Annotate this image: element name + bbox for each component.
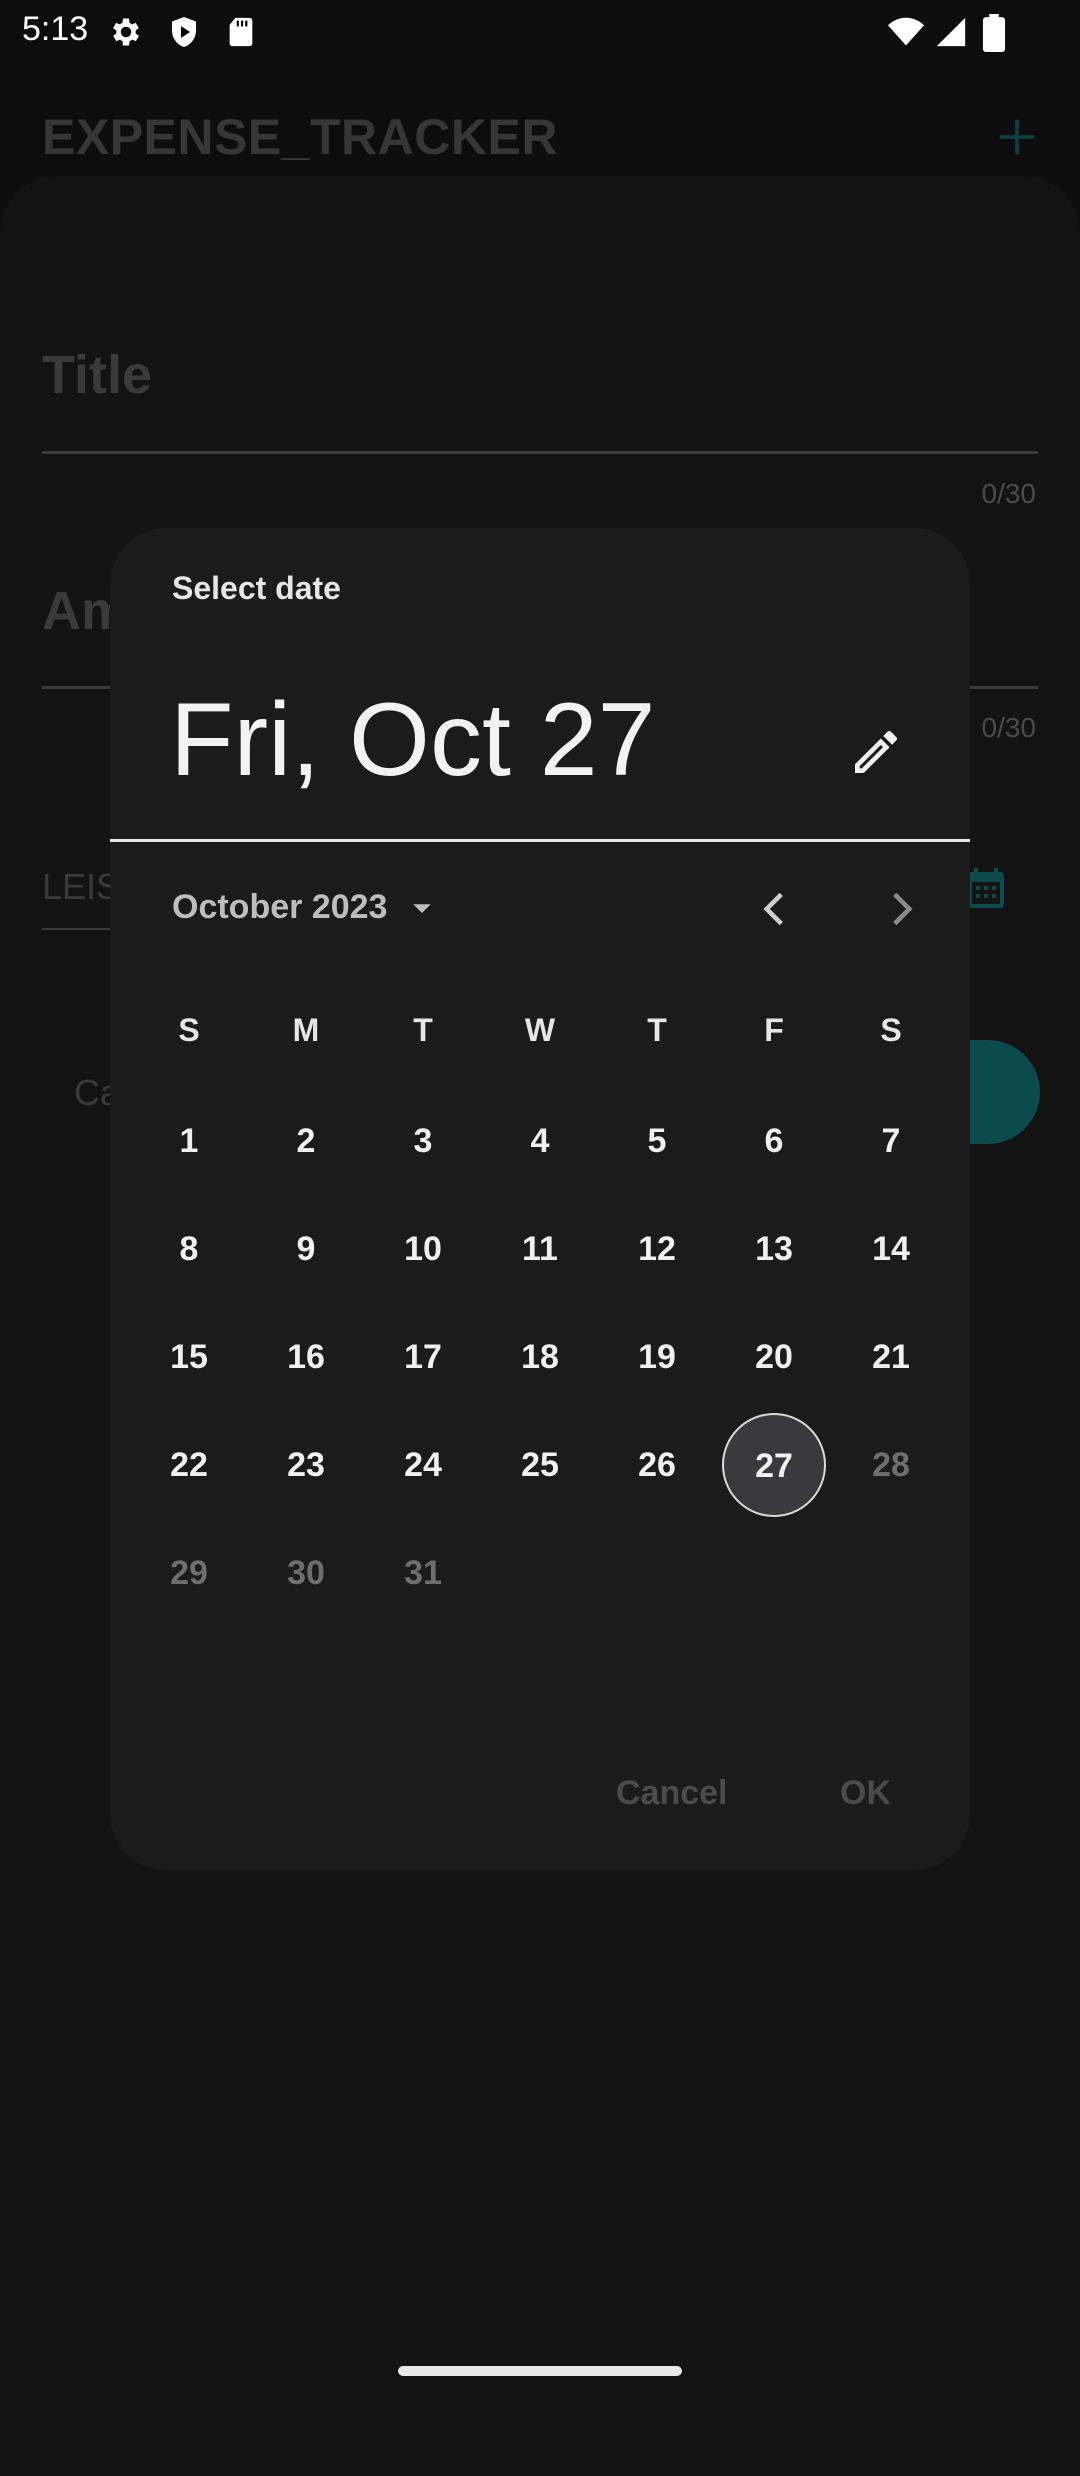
battery-icon bbox=[982, 14, 1006, 52]
calendar-day[interactable]: 23 bbox=[254, 1413, 358, 1517]
title-char-counter: 0/30 bbox=[981, 478, 1037, 509]
cancel-button[interactable]: Cancel bbox=[616, 1774, 728, 1813]
calendar-day[interactable]: 20 bbox=[722, 1305, 826, 1409]
calendar-day[interactable]: 28 bbox=[839, 1413, 943, 1517]
sd-card-icon bbox=[229, 17, 253, 47]
amount-char-counter: 0/30 bbox=[981, 712, 1037, 743]
weekday-label: M bbox=[292, 1012, 320, 1048]
calendar-day[interactable]: 29 bbox=[137, 1521, 241, 1625]
calendar-day[interactable]: 3 bbox=[371, 1089, 475, 1193]
category-dropdown[interactable]: LEIS bbox=[42, 866, 120, 908]
weekday-label: S bbox=[178, 1012, 200, 1048]
calendar-day[interactable]: 4 bbox=[488, 1089, 592, 1193]
home-indicator[interactable] bbox=[398, 2366, 682, 2376]
shield-icon bbox=[172, 17, 196, 47]
calendar-day[interactable]: 16 bbox=[254, 1305, 358, 1409]
calendar-day[interactable]: 14 bbox=[839, 1197, 943, 1301]
previous-month-icon[interactable] bbox=[750, 884, 800, 934]
app-title: EXPENSE_TRACKER bbox=[42, 109, 558, 165]
next-month-icon[interactable] bbox=[876, 884, 926, 934]
ok-button[interactable]: OK bbox=[840, 1774, 891, 1813]
calendar-day[interactable]: 26 bbox=[605, 1413, 709, 1517]
calendar-day[interactable]: 9 bbox=[254, 1197, 358, 1301]
title-field-underline bbox=[42, 451, 1038, 454]
dropdown-arrow-icon bbox=[413, 903, 432, 913]
calendar-day[interactable]: 6 bbox=[722, 1089, 826, 1193]
date-picker-dialog: Select date Fri, Oct 27 October 2023 S M T… bbox=[110, 528, 970, 1870]
calendar-day[interactable]: 12 bbox=[605, 1197, 709, 1301]
calendar-day[interactable]: 31 bbox=[371, 1521, 475, 1625]
status-time: 5:13 bbox=[22, 10, 89, 48]
weekday-label: T bbox=[413, 1012, 433, 1048]
add-icon[interactable] bbox=[994, 114, 1040, 160]
calendar-day[interactable]: 2 bbox=[254, 1089, 358, 1193]
calendar-day[interactable]: 1 bbox=[137, 1089, 241, 1193]
weekday-label: T bbox=[647, 1012, 667, 1048]
weekday-label: F bbox=[764, 1012, 784, 1048]
weekday-label: W bbox=[524, 1012, 556, 1048]
calendar-day[interactable]: 8 bbox=[137, 1197, 241, 1301]
calendar-day[interactable]: 24 bbox=[371, 1413, 475, 1517]
title-field-label[interactable]: Title bbox=[42, 344, 152, 406]
month-year-selector[interactable]: October 2023 bbox=[172, 888, 437, 927]
calendar-day[interactable]: 13 bbox=[722, 1197, 826, 1301]
calendar-day[interactable]: 19 bbox=[605, 1305, 709, 1409]
calendar-day[interactable]: 18 bbox=[488, 1305, 592, 1409]
calendar-day-selected[interactable]: 27 bbox=[722, 1413, 826, 1517]
settings-icon bbox=[113, 18, 139, 46]
calendar-day[interactable]: 25 bbox=[488, 1413, 592, 1517]
weekday-label: S bbox=[880, 1012, 902, 1048]
calendar-day[interactable]: 10 bbox=[371, 1197, 475, 1301]
selected-date-headline: Fri, Oct 27 bbox=[170, 682, 656, 798]
calendar-day[interactable]: 17 bbox=[371, 1305, 475, 1409]
calendar-day[interactable]: 15 bbox=[137, 1305, 241, 1409]
calendar-day[interactable]: 11 bbox=[488, 1197, 592, 1301]
edit-icon[interactable] bbox=[848, 724, 904, 780]
header-divider bbox=[110, 839, 970, 842]
calendar-day[interactable]: 5 bbox=[605, 1089, 709, 1193]
calendar-day[interactable]: 22 bbox=[137, 1413, 241, 1517]
calendar-day[interactable]: 30 bbox=[254, 1521, 358, 1625]
wifi-icon bbox=[888, 17, 924, 46]
month-year-label: October 2023 bbox=[172, 888, 388, 926]
dialog-label: Select date bbox=[172, 570, 341, 606]
calendar-day[interactable]: 21 bbox=[839, 1305, 943, 1409]
cellular-signal-icon bbox=[936, 17, 966, 47]
calendar-day[interactable]: 7 bbox=[839, 1089, 943, 1193]
status-bar: 5:13 bbox=[0, 0, 1080, 64]
